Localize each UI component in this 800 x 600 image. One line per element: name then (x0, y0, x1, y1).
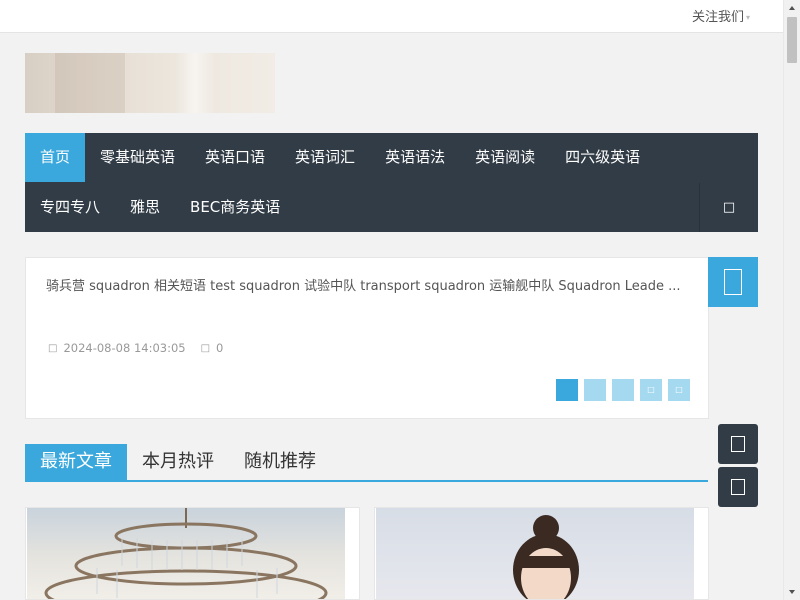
float-button-2[interactable] (718, 467, 758, 507)
slider-pagination: □ □ (550, 379, 690, 401)
nav-item-vocabulary[interactable]: 英语词汇 (280, 133, 370, 182)
slider-meta: □ 2024-08-08 14:03:05 □ 0 (48, 341, 238, 355)
slider-date-text: 2024-08-08 14:03:05 (63, 341, 186, 355)
tab-monthly-hot[interactable]: 本月热评 (127, 444, 229, 480)
portrait-image (513, 515, 579, 599)
nav-item-bec[interactable]: BEC商务英语 (175, 183, 295, 232)
nav-item-tem48[interactable]: 专四专八 (25, 183, 115, 232)
nav-item-home[interactable]: 首页 (25, 133, 86, 182)
chandelier-image (44, 508, 328, 599)
clock-icon: □ (48, 342, 58, 354)
slider-dot-3[interactable] (612, 379, 634, 401)
scroll-down-arrow-icon[interactable] (784, 583, 800, 600)
chevron-down-icon: ▾ (745, 13, 750, 22)
logo-image-detail (55, 53, 125, 113)
slider-excerpt[interactable]: 骑兵营 squadron 相关短语 test squadron 试验中队 tra… (46, 276, 686, 320)
float-button-1[interactable] (718, 424, 758, 464)
logo-image-highlight (175, 53, 215, 113)
nav-item-grammar[interactable]: 英语语法 (370, 133, 460, 182)
article-card[interactable] (25, 507, 360, 600)
nav-row-secondary: 专四专八 雅思 BEC商务英语 (25, 183, 295, 232)
site-logo-image[interactable] (25, 53, 275, 113)
slider-next-button[interactable]: □ (668, 379, 690, 401)
search-icon[interactable]: □ (699, 183, 758, 232)
float-button-1-icon (731, 436, 745, 452)
float-button-2-icon (731, 479, 745, 495)
nav-item-spoken-english[interactable]: 英语口语 (190, 133, 280, 182)
slider-dot-1[interactable] (556, 379, 578, 401)
top-bar: 关注我们 ▾ (0, 0, 783, 33)
featured-slider: 骑兵营 squadron 相关短语 test squadron 试验中队 tra… (25, 257, 709, 419)
page-scrollbar[interactable] (783, 0, 800, 600)
slider-comment-count: 0 (216, 341, 224, 355)
slider-dot-2[interactable] (584, 379, 606, 401)
nav-item-cet46[interactable]: 四六级英语 (550, 133, 655, 182)
slider-comments: □ 0 (201, 341, 224, 355)
nav-item-ielts[interactable]: 雅思 (115, 183, 175, 232)
article-thumbnail[interactable] (27, 508, 345, 599)
slider-date: □ 2024-08-08 14:03:05 (48, 341, 186, 355)
nav-item-reading[interactable]: 英语阅读 (460, 133, 550, 182)
main-navigation: 首页 零基础英语 英语口语 英语词汇 英语语法 英语阅读 四六级英语 专四专八 … (25, 133, 758, 232)
article-card[interactable] (374, 507, 709, 600)
comment-icon: □ (200, 342, 211, 354)
nav-row-primary: 首页 零基础英语 英语口语 英语词汇 英语语法 英语阅读 四六级英语 (25, 133, 655, 182)
bookmark-icon (724, 269, 742, 295)
nav-item-basic-english[interactable]: 零基础英语 (85, 133, 190, 182)
article-tabs: 最新文章 本月热评 随机推荐 (25, 444, 708, 482)
tab-latest-articles[interactable]: 最新文章 (25, 444, 127, 480)
scrollbar-thumb[interactable] (787, 17, 797, 63)
follow-us-label: 关注我们 (691, 10, 744, 25)
scroll-up-arrow-icon[interactable] (784, 0, 800, 17)
follow-us-link[interactable]: 关注我们 ▾ (692, 6, 750, 25)
article-thumbnail[interactable] (376, 508, 694, 599)
tab-random-picks[interactable]: 随机推荐 (229, 444, 331, 480)
slider-prev-button[interactable]: □ (640, 379, 662, 401)
slider-side-button[interactable] (708, 257, 758, 307)
